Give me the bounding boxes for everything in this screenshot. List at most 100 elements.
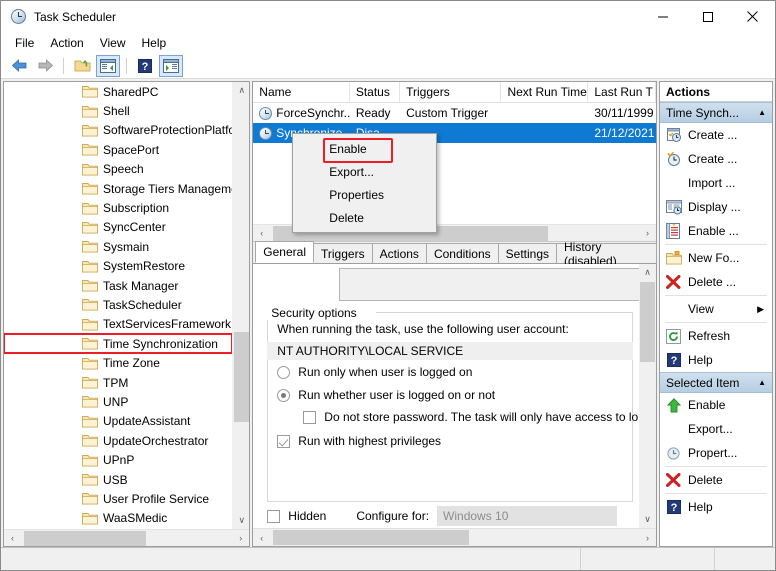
general-horizontal-scrollbar[interactable]: ‹ › xyxy=(253,528,656,546)
action-item[interactable]: Enable ... xyxy=(660,219,772,243)
tab-history-disabled[interactable]: History (disabled) xyxy=(556,240,657,268)
menu-help[interactable]: Help xyxy=(134,34,175,52)
actions-group-header[interactable]: Selected Item ▲ xyxy=(660,372,772,393)
tree-item[interactable]: Task Manager xyxy=(4,276,232,295)
forward-icon[interactable] xyxy=(33,55,57,77)
action-item[interactable]: Refresh xyxy=(660,324,772,348)
checkbox-highest-privileges-row[interactable]: Run with highest privileges xyxy=(277,434,441,448)
tree-item[interactable]: UNP xyxy=(4,392,232,411)
tab-conditions[interactable]: Conditions xyxy=(425,243,499,263)
description-textbox[interactable] xyxy=(339,268,639,301)
action-item[interactable]: Create ... xyxy=(660,147,772,171)
tab-settings[interactable]: Settings xyxy=(497,243,557,263)
close-button[interactable] xyxy=(730,1,775,32)
menu-view[interactable]: View xyxy=(92,34,134,52)
general-hscroll-thumb[interactable] xyxy=(273,530,470,545)
tree-item[interactable]: Sysmain xyxy=(4,237,232,256)
tree-scroll-thumb[interactable] xyxy=(234,332,250,422)
tree-item[interactable]: SpacePort xyxy=(4,140,232,159)
general-hscroll-left-button[interactable]: ‹ xyxy=(253,529,270,546)
tasklist-hscroll-right-button[interactable]: › xyxy=(639,225,656,242)
show-hide-action-pane-icon[interactable] xyxy=(159,54,183,77)
tree-scroll-up-button[interactable]: ∧ xyxy=(233,82,250,99)
tree-item[interactable]: SyncCenter xyxy=(4,218,232,237)
tasklist-hscroll-left-button[interactable]: ‹ xyxy=(253,225,270,242)
tree-hscroll-right-button[interactable]: › xyxy=(232,530,249,547)
tree-item[interactable]: TPM xyxy=(4,373,232,392)
tree-item[interactable]: UpdateAssistant xyxy=(4,412,232,431)
tree-item[interactable]: SharedPC xyxy=(4,82,232,101)
menu-file[interactable]: File xyxy=(7,34,42,52)
action-item[interactable]: Enable xyxy=(660,393,772,417)
action-item[interactable]: Delete ... xyxy=(660,270,772,294)
tab-actions[interactable]: Actions xyxy=(371,243,427,263)
minimize-button[interactable] xyxy=(640,1,685,32)
general-scroll-up-button[interactable]: ∧ xyxy=(639,264,656,281)
checkbox-do-not-store-password[interactable] xyxy=(303,410,317,424)
context-menu-item[interactable]: Properties xyxy=(293,183,436,206)
tree-scroll-down-button[interactable]: ∨ xyxy=(233,512,250,529)
tree-item[interactable]: WaaSMedic xyxy=(4,509,232,528)
checkbox-no-password-row[interactable]: Do not store password. The task will onl… xyxy=(303,410,638,424)
column-header[interactable]: Triggers xyxy=(400,82,502,102)
action-item[interactable]: Import ... xyxy=(660,171,772,195)
context-menu-item[interactable]: Enable xyxy=(293,137,436,163)
tree-vertical-scrollbar[interactable]: ∧ ∨ xyxy=(232,82,250,529)
actions-group-header[interactable]: Time Synch... ▲ xyxy=(660,102,772,123)
tree-hscroll-thumb[interactable] xyxy=(24,531,146,546)
action-item[interactable]: New Fo... xyxy=(660,246,772,270)
tree-item[interactable]: Subscription xyxy=(4,198,232,217)
general-scroll-down-button[interactable]: ∨ xyxy=(639,511,656,528)
action-item[interactable]: Export... xyxy=(660,417,772,441)
tree-item[interactable]: SoftwareProtectionPlatfo xyxy=(4,121,232,140)
column-header[interactable]: Name xyxy=(253,82,350,102)
context-menu-item[interactable]: Export... xyxy=(293,160,436,183)
action-item[interactable]: View ▶ xyxy=(660,297,772,321)
show-hide-console-tree-icon[interactable] xyxy=(96,54,120,77)
tree-item[interactable]: Shell xyxy=(4,101,232,120)
tree-hscroll-left-button[interactable]: ‹ xyxy=(4,530,21,547)
collapse-chevron-icon[interactable]: ▲ xyxy=(758,108,766,117)
tree-horizontal-scrollbar[interactable]: ‹ › xyxy=(4,529,250,547)
context-menu-item[interactable]: Delete xyxy=(293,206,436,229)
radio-run-only-logged-on[interactable] xyxy=(277,365,291,379)
action-item[interactable]: Create ... xyxy=(660,123,772,147)
tab-general[interactable]: General xyxy=(255,241,314,263)
task-row[interactable]: ForceSynchr... Ready Custom Trigger 30/11/1… xyxy=(253,103,656,123)
tree-item-selected[interactable]: Time Synchronization xyxy=(4,333,233,355)
tree-item[interactable]: Speech xyxy=(4,160,232,179)
menu-action[interactable]: Action xyxy=(42,34,91,52)
action-item[interactable]: Propert... xyxy=(660,441,772,465)
checkbox-run-with-highest-privileges[interactable] xyxy=(277,434,291,448)
maximize-button[interactable] xyxy=(685,1,730,32)
tree-item[interactable]: TextServicesFramework xyxy=(4,315,232,334)
tree-item[interactable]: UpdateOrchestrator xyxy=(4,431,232,450)
configure-for-combobox[interactable]: Windows 10 xyxy=(437,506,618,526)
up-folder-icon[interactable] xyxy=(70,55,94,77)
back-icon[interactable] xyxy=(7,55,31,77)
general-scroll-thumb[interactable] xyxy=(640,282,655,362)
action-item[interactable]: ? Help xyxy=(660,348,772,372)
checkbox-hidden[interactable] xyxy=(267,509,281,523)
action-item[interactable]: ? Help xyxy=(660,495,772,519)
column-header[interactable]: Last Run T xyxy=(588,82,656,102)
radio-run-whether-logged-on[interactable] xyxy=(277,388,291,402)
column-header[interactable]: Status xyxy=(350,82,401,102)
help-icon[interactable]: ? xyxy=(133,55,157,77)
general-vertical-scrollbar[interactable]: ∧ ∨ xyxy=(639,264,656,528)
tree-item[interactable]: Time Zone xyxy=(4,353,232,372)
tree-item[interactable]: USB xyxy=(4,470,232,489)
action-item[interactable]: Display ... xyxy=(660,195,772,219)
tree-item[interactable]: UPnP xyxy=(4,450,232,469)
tree-item[interactable]: TaskScheduler xyxy=(4,295,232,314)
action-item[interactable]: Delete xyxy=(660,468,772,492)
tree-item[interactable]: User Profile Service xyxy=(4,489,232,508)
radio-run-only-logged-on-row[interactable]: Run only when user is logged on xyxy=(277,365,472,379)
general-hscroll-right-button[interactable]: › xyxy=(639,529,656,546)
tree-item[interactable]: SystemRestore xyxy=(4,257,232,276)
collapse-chevron-icon[interactable]: ▲ xyxy=(758,378,766,387)
tree-item[interactable]: Storage Tiers Manageme xyxy=(4,179,232,198)
tab-triggers[interactable]: Triggers xyxy=(313,243,373,263)
radio-run-whether-logged-on-row[interactable]: Run whether user is logged on or not xyxy=(277,388,495,402)
column-header[interactable]: Next Run Time xyxy=(501,82,589,102)
